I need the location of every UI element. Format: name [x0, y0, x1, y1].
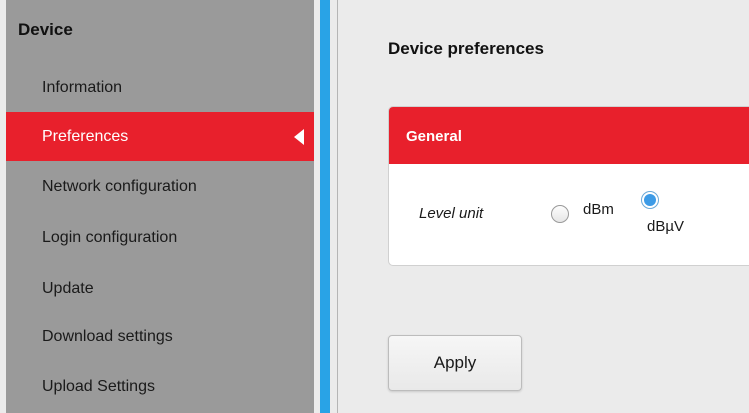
main-content: Device preferences General Level unit dB…: [338, 0, 749, 413]
sidebar-item-label: Preferences: [42, 128, 129, 145]
radio-selected-dot: [644, 194, 656, 206]
page-title: Device preferences: [388, 39, 544, 58]
sidebar-item-label: Update: [42, 280, 94, 297]
sidebar-item-label: Upload Settings: [42, 378, 155, 395]
sidebar-item-upload-settings[interactable]: Upload Settings: [6, 362, 314, 411]
sidebar-item-login-configuration[interactable]: Login configuration: [6, 213, 314, 262]
sidebar-header: Device: [18, 20, 73, 39]
sidebar-item-update[interactable]: Update: [6, 264, 314, 313]
apply-button[interactable]: Apply: [388, 335, 522, 391]
sidebar-item-preferences[interactable]: Preferences: [6, 112, 314, 161]
radio-dbm[interactable]: [551, 205, 569, 223]
sidebar-item-download-settings[interactable]: Download settings: [6, 312, 314, 361]
radio-dbm-label[interactable]: dBm: [583, 201, 614, 218]
caret-left-icon: [294, 129, 304, 145]
sidebar-item-label: Information: [42, 79, 123, 96]
sidebar-item-label: Login configuration: [42, 229, 178, 246]
panel-header: General: [389, 107, 749, 164]
level-unit-label: Level unit: [419, 205, 484, 222]
radio-dbuv[interactable]: [641, 191, 659, 209]
sidebar-item-label: Network configuration: [42, 178, 197, 195]
radio-dbuv-label[interactable]: dBµV: [647, 218, 684, 235]
sidebar: Device Information Preferences Network c…: [6, 0, 314, 413]
sidebar-item-label: Download settings: [42, 328, 173, 345]
sidebar-item-information[interactable]: Information: [6, 63, 314, 112]
sidebar-resize-handle[interactable]: [320, 0, 330, 413]
sidebar-item-network-configuration[interactable]: Network configuration: [6, 162, 314, 211]
general-panel: General Level unit dBm dBµV: [388, 106, 749, 266]
